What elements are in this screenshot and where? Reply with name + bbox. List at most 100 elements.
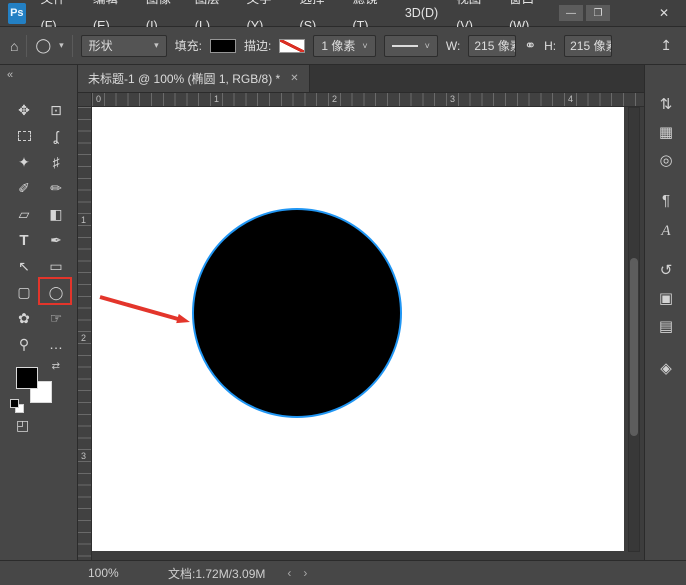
eraser-tool[interactable]: ▱ — [8, 201, 40, 227]
gradient-tool[interactable]: ◧ — [40, 201, 72, 227]
rounded-rectangle-tool-icon: ▢ — [17, 285, 30, 299]
zoom-level-field[interactable]: 100% — [88, 566, 146, 580]
stroke-style-select[interactable]: ˅ — [384, 35, 438, 57]
libraries-panel-icon[interactable]: ▣ — [645, 287, 686, 311]
height-label: H: — [544, 39, 556, 53]
photoshop-logo: Ps — [8, 3, 26, 24]
layers-panel-icon[interactable]: ◈ — [645, 357, 686, 381]
path-selection-tool-icon: ↖ — [18, 259, 30, 273]
panel-icon-strip: ⇅ ▦ ◎ ¶ A ↺ ▣ ▤ ◈ — [644, 65, 686, 560]
move-tool[interactable]: ✥ — [8, 97, 40, 123]
custom-shape-tool-icon: ✿ — [18, 311, 30, 325]
status-bar: 100% 文档:1.72M/3.09M ‹ › — [0, 560, 686, 585]
gradient-tool-icon: ◧ — [49, 207, 62, 221]
height-value: 215 像素 — [570, 37, 612, 54]
tab-close-icon[interactable]: ✕ — [290, 73, 298, 84]
stroke-swatch[interactable] — [279, 39, 305, 53]
collapse-panel-icon[interactable]: « — [7, 69, 13, 81]
rectangle-tool-icon: ▭ — [49, 259, 62, 273]
fill-label: 填充: — [175, 37, 202, 54]
ellipse-tool-icon: ◯ — [49, 286, 64, 299]
eyedropper-tool[interactable]: ✐ — [8, 175, 40, 201]
object-selection-tool-icon: ✦ — [18, 155, 30, 169]
scroll-left-icon[interactable]: ‹ — [287, 566, 291, 580]
width-label: W: — [446, 39, 460, 53]
chevron-down-icon: ˅ — [425, 41, 430, 51]
chevron-down-icon[interactable]: ▾ — [59, 40, 64, 51]
document-size-info: 文档:1.72M/3.09M — [168, 565, 265, 582]
separator — [72, 35, 73, 57]
adjustments-panel-icon[interactable]: ⇅ — [645, 93, 686, 117]
scrollbar-thumb[interactable] — [630, 258, 638, 436]
default-colors-icon[interactable] — [10, 399, 24, 413]
foreground-color-swatch[interactable] — [16, 367, 38, 389]
home-icon[interactable]: ⌂ — [10, 38, 18, 54]
artboard-tool[interactable]: ⊡ — [40, 97, 72, 123]
custom-shape-tool[interactable]: ✿ — [8, 305, 40, 331]
stroke-width-select[interactable]: 1 像素 ˅ — [313, 35, 375, 57]
quick-mask-icon[interactable]: ◰ — [16, 417, 29, 434]
link-dimensions-icon[interactable]: ⚭ — [524, 37, 536, 54]
object-selection-tool[interactable]: ✦ — [8, 149, 40, 175]
scroll-right-icon[interactable]: › — [303, 566, 307, 580]
glyphs-panel-icon[interactable]: A — [645, 219, 686, 243]
document-tab[interactable]: 未标题-1 @ 100% (椭圆 1, RGB/8) * ✕ — [78, 65, 310, 92]
ruler-label: 2 — [81, 333, 86, 343]
window-controls: — ❐ ✕ — [556, 5, 680, 21]
type-tool-icon: T — [19, 233, 28, 248]
swap-colors-icon[interactable]: ⇄ — [52, 361, 60, 372]
ruler-label: 4 — [568, 94, 573, 104]
width-input[interactable]: 215 像素 — [468, 35, 516, 57]
path-selection-tool[interactable]: ↖ — [8, 253, 40, 279]
type-tool[interactable]: T — [8, 227, 40, 253]
status-scroll-arrows: ‹ › — [287, 566, 307, 580]
lasso-tool-icon: ʆ — [54, 129, 59, 143]
marquee-tool[interactable] — [8, 123, 40, 149]
main-area: « ✥ ⊡ ʆ ✦ ♯ ✐ ✏ ▱ ◧ T ✒ ↖ ▭ ▢ ◯ ✿ ☞ ⚲ — [0, 65, 686, 560]
document-area: 0 1 2 3 4 1 2 3 — [78, 93, 644, 560]
menu-3d[interactable]: 3D(D) — [396, 0, 447, 27]
zoom-tool-icon: ⚲ — [19, 337, 29, 351]
fill-swatch[interactable] — [210, 39, 236, 53]
pen-tool[interactable]: ✒ — [40, 227, 72, 253]
paragraph-panel-icon[interactable]: ¶ — [645, 189, 686, 213]
ruler-label: 1 — [214, 94, 219, 104]
close-button[interactable]: ✕ — [652, 5, 676, 21]
document-column: 未标题-1 @ 100% (椭圆 1, RGB/8) * ✕ 0 1 2 3 4… — [78, 65, 644, 560]
height-input[interactable]: 215 像素 — [564, 35, 612, 57]
tool-mode-select[interactable]: 形状 ▾ — [81, 35, 167, 57]
eyedropper-tool-icon: ✐ — [18, 181, 30, 195]
canvas[interactable] — [92, 107, 624, 551]
minimize-button[interactable]: — — [559, 5, 583, 21]
more-tools[interactable]: … — [40, 331, 72, 357]
options-bar: ⌂ ◯ ▾ 形状 ▾ 填充: 描边: 1 像素 ˅ ˅ W: 215 像素 ⚭ … — [0, 27, 686, 65]
brush-tool[interactable]: ✏ — [40, 175, 72, 201]
hand-tool[interactable]: ☞ — [40, 305, 72, 331]
ruler-label: 3 — [450, 94, 455, 104]
document-tab-title: 未标题-1 @ 100% (椭圆 1, RGB/8) * — [88, 70, 280, 87]
zoom-tool[interactable]: ⚲ — [8, 331, 40, 357]
lasso-tool[interactable]: ʆ — [40, 123, 72, 149]
horizontal-ruler: 0 1 2 3 4 — [92, 93, 644, 107]
tool-preset-icon[interactable]: ◯ — [35, 37, 51, 54]
stroke-label: 描边: — [244, 37, 271, 54]
patterns-panel-icon[interactable]: ▦ — [645, 121, 686, 145]
restore-button[interactable]: ❐ — [586, 5, 610, 21]
default-foreground-swatch — [10, 399, 19, 408]
ellipse-tool[interactable]: ◯ — [40, 279, 72, 305]
properties-panel-icon[interactable]: ▤ — [645, 315, 686, 339]
crop-tool[interactable]: ♯ — [40, 149, 72, 175]
line-style-icon — [392, 45, 418, 47]
rectangle-tool[interactable]: ▭ — [40, 253, 72, 279]
document-tab-bar: 未标题-1 @ 100% (椭圆 1, RGB/8) * ✕ — [78, 65, 644, 93]
eraser-tool-icon: ▱ — [19, 207, 30, 221]
rounded-rectangle-tool[interactable]: ▢ — [8, 279, 40, 305]
tools-panel: « ✥ ⊡ ʆ ✦ ♯ ✐ ✏ ▱ ◧ T ✒ ↖ ▭ ▢ ◯ ✿ ☞ ⚲ — [0, 65, 78, 560]
stroke-width-value: 1 像素 — [321, 37, 355, 54]
vertical-scrollbar[interactable] — [628, 107, 640, 552]
pen-tool-icon: ✒ — [50, 233, 62, 247]
ruler-origin-corner[interactable] — [78, 93, 92, 107]
history-panel-icon[interactable]: ↺ — [645, 259, 686, 283]
export-icon[interactable]: ↥ — [656, 37, 676, 54]
shapes-panel-icon[interactable]: ◎ — [645, 149, 686, 173]
